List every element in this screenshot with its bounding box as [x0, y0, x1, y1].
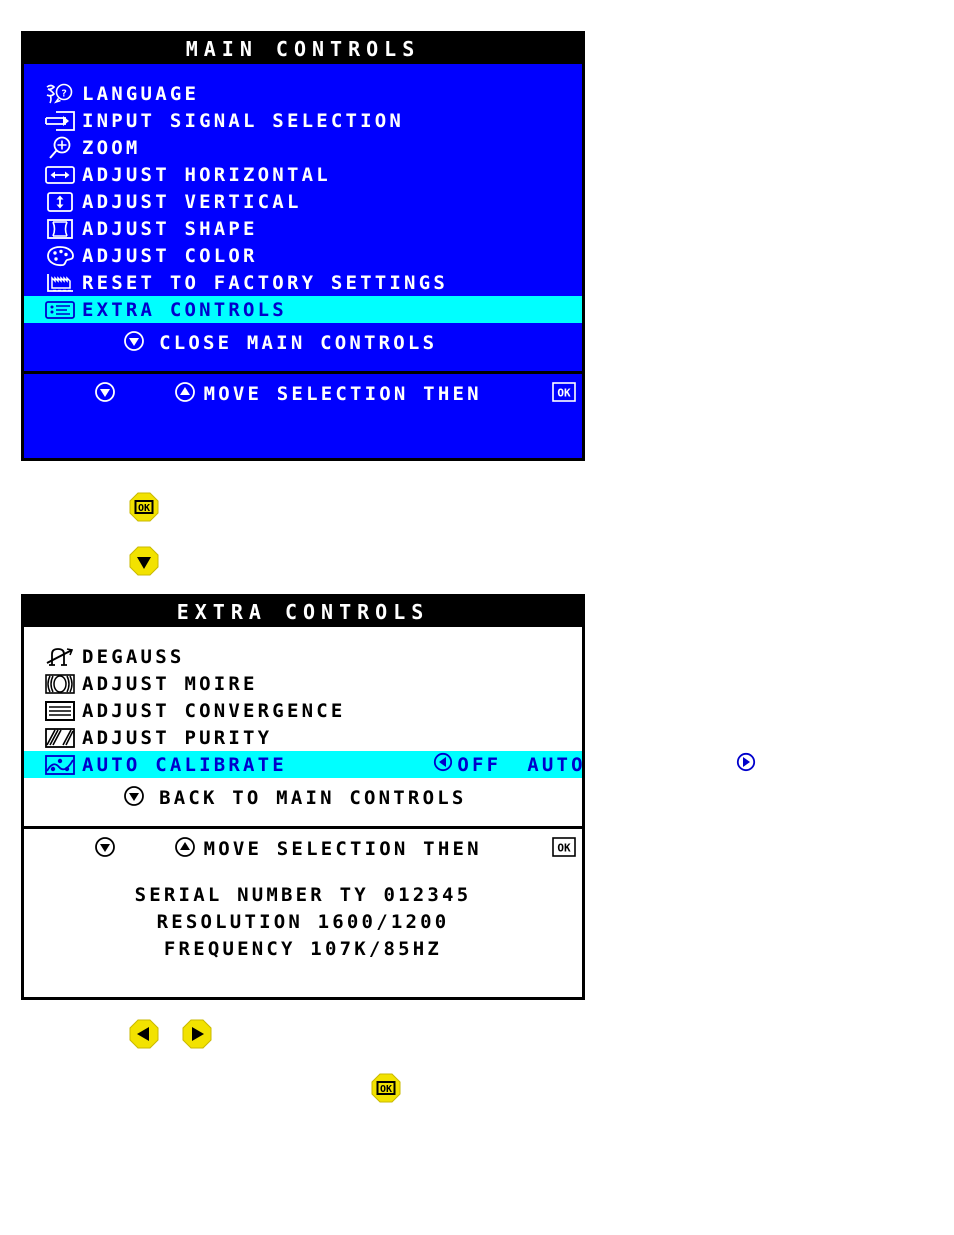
menu-item-label: ADJUST SHAPE — [82, 217, 258, 240]
zoom-icon — [38, 136, 82, 160]
menu-item-label: DEGAUSS — [82, 645, 185, 668]
ok-key-icon: OK — [494, 818, 576, 880]
degauss-icon — [38, 645, 82, 669]
menu-item-label: ADJUST COLOR — [82, 244, 258, 267]
factory-reset-icon — [38, 271, 82, 295]
ok-button-2[interactable]: OK — [371, 1073, 401, 1103]
menu-item-label: LANGUAGE — [82, 82, 200, 105]
left-button-1[interactable] — [129, 1019, 159, 1049]
down-arrow-circle-icon — [36, 817, 116, 881]
menu-item-label: ADJUST MOIRE — [82, 672, 258, 695]
menu-item-label: ADJUST HORIZONTAL — [82, 163, 331, 186]
input-signal-icon — [38, 109, 82, 133]
right-arrow-circle-icon[interactable] — [590, 730, 756, 799]
menu-item-label: ADJUST VERTICAL — [82, 190, 302, 213]
menu-item-label: ZOOM — [82, 136, 141, 159]
down-button-1[interactable] — [129, 546, 159, 576]
main-controls-hint-label: MOVE SELECTION THEN — [203, 382, 482, 405]
menu-item-label: ADJUST CONVERGENCE — [82, 699, 346, 722]
up-arrow-circle-icon — [116, 362, 196, 426]
adjust-convergence-icon — [38, 699, 82, 723]
adjust-purity-icon — [38, 726, 82, 750]
svg-text:OK: OK — [557, 386, 571, 399]
menu-item-label: ADJUST PURITY — [82, 726, 273, 749]
main-controls-title: MAIN CONTROLS — [24, 34, 582, 64]
menu-item-label: RESET TO FACTORY SETTINGS — [82, 271, 448, 294]
close-main-controls-row[interactable]: CLOSE MAIN CONTROLS — [24, 323, 582, 363]
auto-calibrate-option-off[interactable]: OFF — [457, 754, 501, 776]
menu-item-input-signal-selection[interactable]: INPUT SIGNAL SELECTION — [24, 107, 582, 134]
menu-item-language[interactable]: ? LANGUAGE — [24, 80, 582, 107]
frequency-line: FREQUENCY 107K/85HZ — [163, 938, 443, 960]
resolution-line: RESOLUTION 1600/1200 — [156, 911, 450, 933]
main-controls-osd-panel: MAIN CONTROLS ? LANGUAGE INPUT SIGNAL SE… — [21, 31, 585, 461]
menu-item-adjust-shape[interactable]: ADJUST SHAPE — [24, 215, 582, 242]
auto-calibrate-option-auto[interactable]: AUTO — [527, 754, 586, 776]
menu-item-adjust-convergence[interactable]: ADJUST CONVERGENCE — [24, 697, 582, 724]
adjust-vertical-icon — [38, 190, 82, 214]
adjust-horizontal-icon — [38, 163, 82, 187]
menu-item-adjust-color[interactable]: ADJUST COLOR — [24, 242, 582, 269]
ok-button-1[interactable]: OK — [129, 492, 159, 522]
menu-item-adjust-vertical[interactable]: ADJUST VERTICAL — [24, 188, 582, 215]
language-icon: ? — [38, 82, 82, 106]
extra-controls-hint-label: MOVE SELECTION THEN — [203, 837, 482, 860]
main-controls-menu-list: ? LANGUAGE INPUT SIGNAL SELECTION ZOOM A… — [24, 64, 582, 371]
extra-controls-title: EXTRA CONTROLS — [24, 597, 582, 627]
adjust-shape-icon — [38, 217, 82, 241]
menu-item-adjust-horizontal[interactable]: ADJUST HORIZONTAL — [24, 161, 582, 188]
back-to-main-controls-label: BACK TO MAIN CONTROLS — [159, 787, 467, 809]
adjust-color-icon — [38, 244, 82, 268]
svg-text:?: ? — [61, 88, 67, 99]
ok-key-icon: OK — [494, 363, 576, 425]
right-button-1[interactable] — [182, 1019, 212, 1049]
extra-controls-hint-bar: MOVE SELECTION THEN OK — [24, 826, 582, 868]
down-arrow-circle-icon — [36, 362, 116, 426]
menu-item-adjust-moire[interactable]: ADJUST MOIRE — [24, 670, 582, 697]
svg-text:OK: OK — [138, 503, 150, 514]
extra-controls-osd-panel: EXTRA CONTROLS DEGAUSS ADJUST MOIRE ADJU… — [21, 594, 756, 1000]
close-main-controls-label: CLOSE MAIN CONTROLS — [159, 332, 438, 354]
menu-item-reset-to-factory-settings[interactable]: RESET TO FACTORY SETTINGS — [24, 269, 582, 296]
adjust-moire-icon — [38, 672, 82, 696]
up-arrow-circle-icon — [116, 817, 196, 881]
extra-controls-menu-list: DEGAUSS ADJUST MOIRE ADJUST CONVERGENCE … — [24, 627, 756, 826]
main-controls-hint-bar: MOVE SELECTION THEN OK — [24, 371, 582, 413]
menu-item-label: INPUT SIGNAL SELECTION — [82, 109, 405, 132]
serial-number-line: SERIAL NUMBER TY 012345 — [134, 884, 472, 906]
svg-text:OK: OK — [557, 841, 571, 854]
svg-text:OK: OK — [380, 1084, 392, 1095]
menu-item-degauss[interactable]: DEGAUSS — [24, 643, 582, 670]
menu-item-zoom[interactable]: ZOOM — [24, 134, 582, 161]
monitor-info-block: SERIAL NUMBER TY 012345 RESOLUTION 1600/… — [24, 868, 582, 971]
